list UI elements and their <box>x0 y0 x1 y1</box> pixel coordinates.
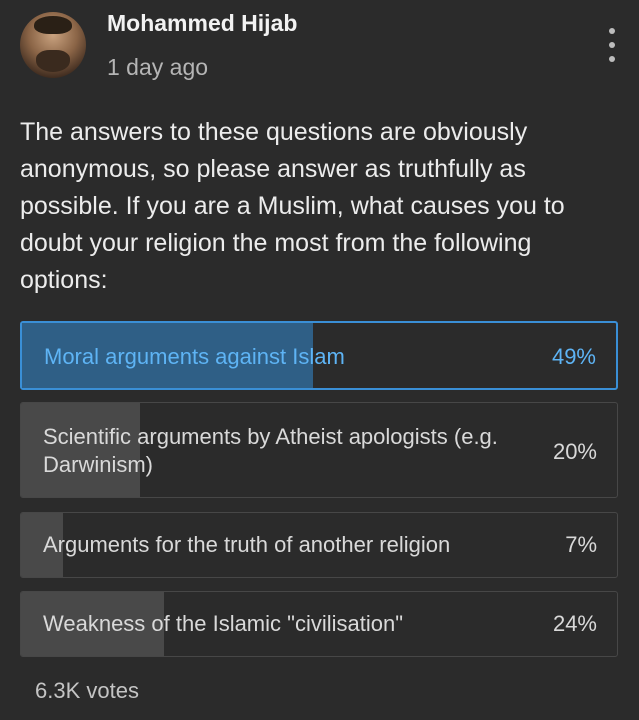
poll-option-4[interactable]: Weakness of the Islamic "civilisation" 2… <box>20 591 618 657</box>
poll-option-1[interactable]: Moral arguments against Islam 49% <box>20 321 618 390</box>
poll-option-label: Scientific arguments by Atheist apologis… <box>43 424 498 477</box>
poll-option-percent: 49% <box>551 344 596 369</box>
author-name[interactable]: Mohammed Hijab <box>107 10 297 37</box>
poll-option-percent: 20% <box>552 439 597 464</box>
vote-count: 6.3K votes <box>35 678 139 703</box>
poll-option-percent: 24% <box>552 611 597 636</box>
poll-option-2[interactable]: Scientific arguments by Atheist apologis… <box>20 402 618 498</box>
poll-option-3[interactable]: Arguments for the truth of another relig… <box>20 512 618 578</box>
poll-option-label: Weakness of the Islamic "civilisation" <box>43 611 404 636</box>
more-vertical-icon[interactable] <box>600 28 624 62</box>
poll-option-label: Arguments for the truth of another relig… <box>43 532 451 557</box>
poll-option-label: Moral arguments against Islam <box>44 344 345 369</box>
post-text: The answers to these questions are obvio… <box>20 118 565 294</box>
post-timestamp: 1 day ago <box>107 54 209 80</box>
author-avatar[interactable] <box>20 12 86 78</box>
poll-option-percent: 7% <box>565 532 597 557</box>
poll-post-card: Mohammed Hijab 1 day ago The answers to … <box>0 0 639 720</box>
